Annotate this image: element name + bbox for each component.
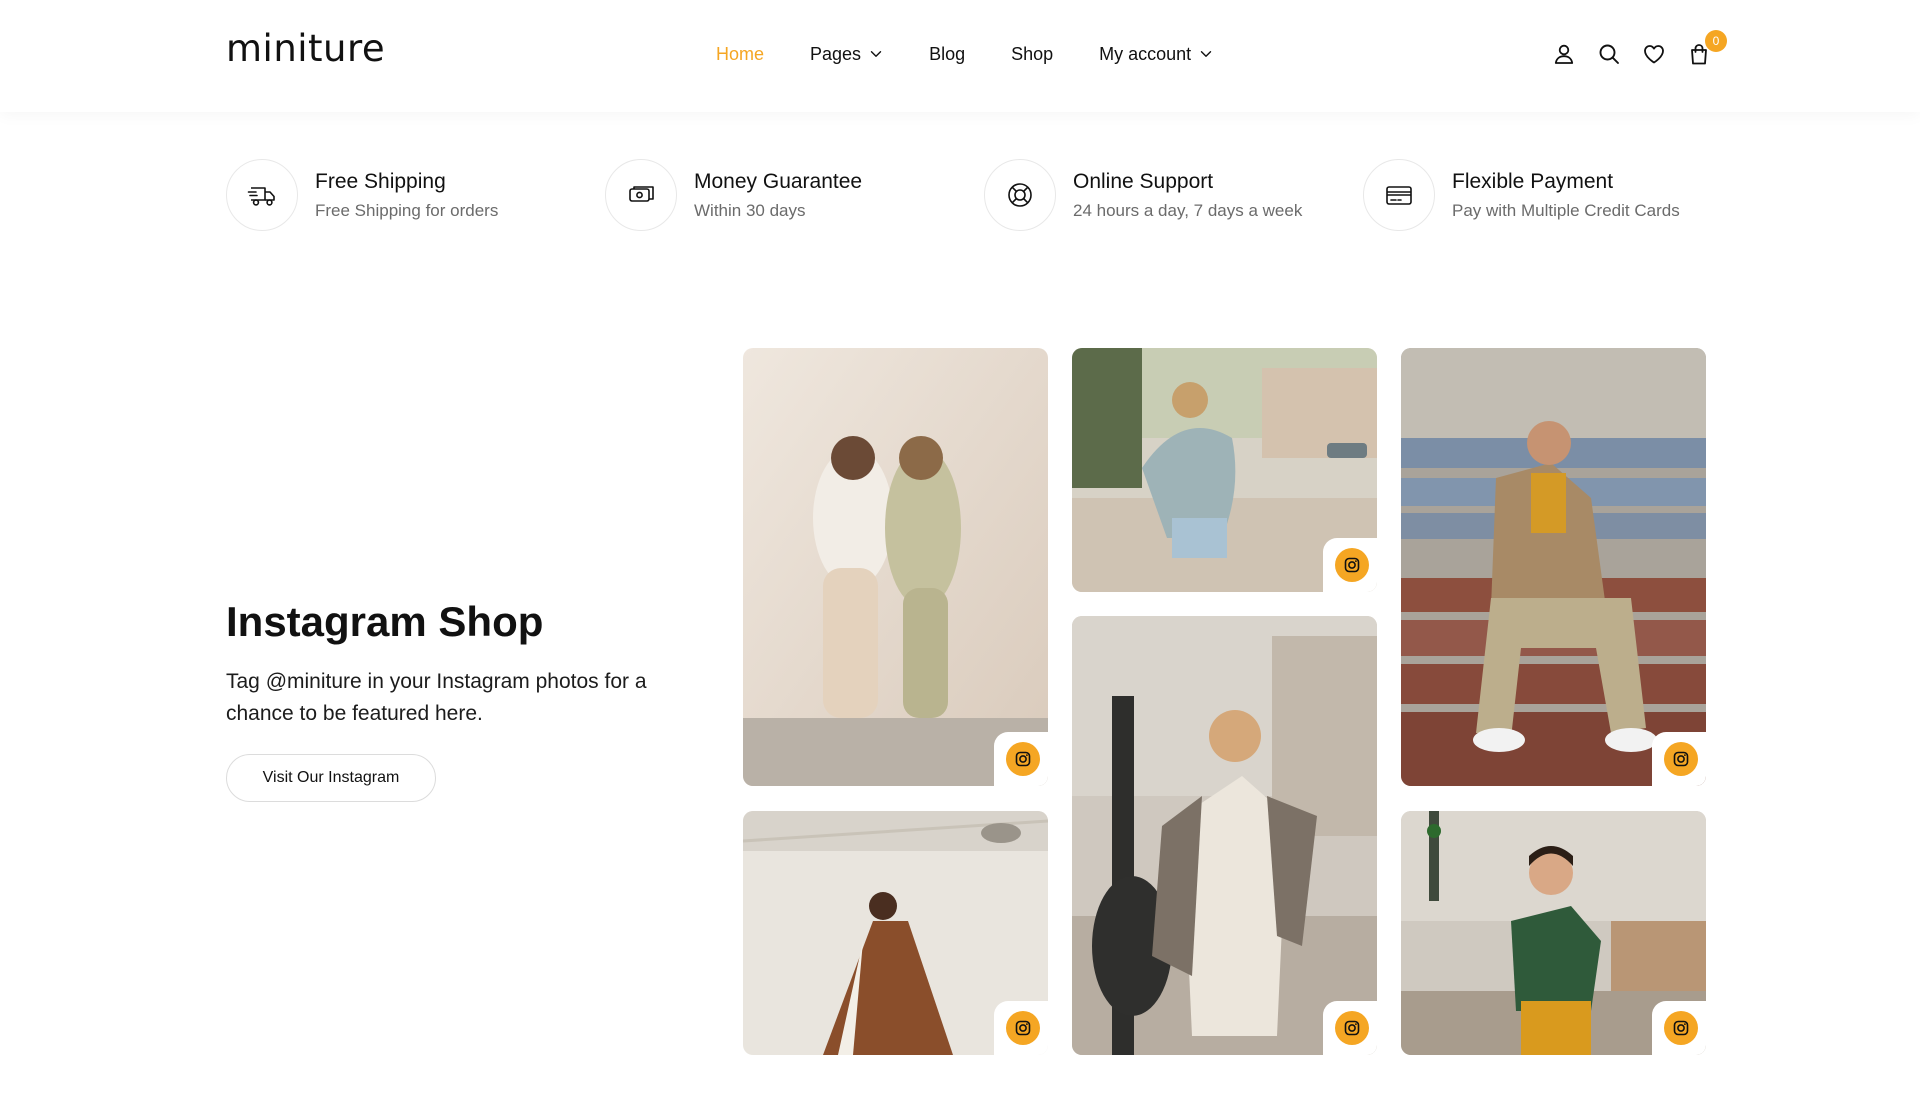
cart-button[interactable]: 0	[1685, 30, 1727, 68]
money-icon	[629, 186, 654, 202]
chevron-down-icon	[1200, 51, 1212, 57]
photo-image	[743, 348, 1048, 786]
feature-online-support: Online Support 24 hours a day, 7 days a …	[984, 158, 1302, 232]
feature-title: Money Guarantee	[694, 169, 863, 193]
instagram-photo-woman-dotted-dress[interactable]	[743, 811, 1048, 1055]
feature-subtitle: 24 hours a day, 7 days a week	[1073, 200, 1303, 220]
account-button[interactable]	[1550, 40, 1578, 68]
lifebuoy-icon	[1008, 183, 1032, 207]
user-icon	[1554, 44, 1574, 64]
chevron-down-icon	[870, 51, 882, 57]
instagram-icon	[1006, 742, 1040, 776]
instagram-photo-woman-white-dress[interactable]	[1072, 616, 1377, 1055]
feature-subtitle: Pay with Multiple Credit Cards	[1452, 200, 1680, 220]
feature-subtitle: Free Shipping for orders	[315, 200, 499, 220]
nav-item-label: Home	[716, 44, 765, 64]
nav-item-pages[interactable]: Pages	[810, 42, 883, 66]
main-nav: Home Pages Blog Shop My account	[716, 42, 1213, 66]
credit-card-icon	[1386, 186, 1412, 205]
cart-count-badge: 0	[1705, 30, 1727, 52]
instagram-icon	[1335, 548, 1369, 582]
nav-item-blog[interactable]: Blog	[929, 42, 965, 66]
instagram-icon	[1335, 1011, 1369, 1045]
nav-item-label: Shop	[1011, 44, 1054, 64]
nav-item-shop[interactable]: Shop	[1011, 42, 1053, 66]
search-icon	[1599, 44, 1619, 64]
instagram-photo-woman-denim-jacket[interactable]	[1072, 348, 1377, 592]
feature-icon-circle	[1363, 159, 1435, 231]
feature-icon-circle	[226, 159, 298, 231]
nav-item-label: Pages	[810, 44, 862, 64]
photo-image	[1072, 616, 1377, 1055]
feature-title: Free Shipping	[315, 169, 446, 193]
instagram-icon	[1006, 1011, 1040, 1045]
feature-title: Flexible Payment	[1452, 169, 1614, 193]
header-actions: 0	[1550, 30, 1727, 68]
feature-flexible-payment: Flexible Payment Pay with Multiple Credi…	[1363, 158, 1680, 232]
feature-title: Online Support	[1073, 169, 1214, 193]
instagram-title: Instagram Shop	[226, 598, 544, 645]
search-button[interactable]	[1595, 40, 1623, 68]
nav-item-label: My account	[1099, 44, 1192, 64]
site-logo[interactable]: miniture	[226, 30, 385, 67]
nav-item-label: Blog	[929, 44, 966, 64]
feature-icon-circle	[984, 159, 1056, 231]
feature-money-guarantee: Money Guarantee Within 30 days	[605, 158, 862, 232]
instagram-photo-man-on-steps[interactable]	[1401, 348, 1706, 786]
feature-free-shipping: Free Shipping Free Shipping for orders	[226, 158, 498, 232]
instagram-description: Tag @miniture in your Instagram photos f…	[226, 670, 647, 725]
photo-image	[1401, 348, 1706, 786]
instagram-photo-two-women[interactable]	[743, 348, 1048, 786]
feature-subtitle: Within 30 days	[694, 200, 806, 220]
features-bar: Free Shipping Free Shipping for orders M…	[226, 158, 1696, 232]
instagram-icon	[1664, 1011, 1698, 1045]
instagram-photo-woman-green-top[interactable]	[1401, 811, 1706, 1055]
heart-icon	[1644, 45, 1664, 64]
site-header: miniture Home Pages Blog Shop My account	[0, 0, 1920, 112]
feature-icon-circle	[605, 159, 677, 231]
visit-instagram-button[interactable]: Visit Our Instagram	[226, 754, 436, 802]
instagram-icon	[1664, 742, 1698, 776]
wishlist-button[interactable]	[1640, 40, 1668, 68]
nav-item-my-account[interactable]: My account	[1099, 42, 1213, 66]
delivery-truck-icon	[247, 187, 275, 206]
nav-item-home[interactable]: Home	[716, 42, 764, 66]
